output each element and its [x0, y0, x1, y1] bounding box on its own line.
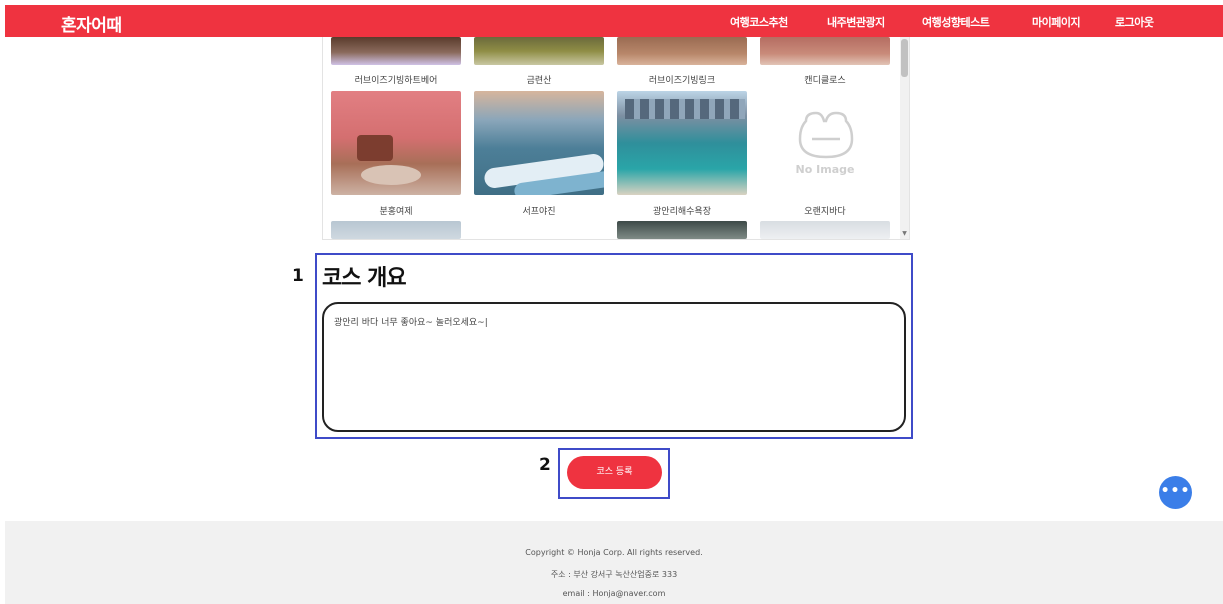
- gallery-scrollbar[interactable]: ▼: [900, 37, 909, 239]
- spot-image[interactable]: [331, 221, 461, 239]
- spot-caption: 캔디클로스: [804, 76, 846, 86]
- overview-textarea[interactable]: 광안리 바다 너무 좋아요~ 놀러오세요~|: [322, 302, 906, 432]
- spot-image[interactable]: [474, 91, 604, 195]
- spot-caption: 러브이즈기빙링크: [648, 76, 716, 86]
- scrollbar-thumb[interactable]: [901, 39, 908, 77]
- site-logo[interactable]: 혼자어때: [61, 11, 122, 36]
- spot-caption: 오랜지바다: [804, 207, 846, 217]
- nav-nearby-spots[interactable]: 내주변관광지: [827, 14, 885, 30]
- footer-email: email : Honja@naver.com: [562, 589, 666, 598]
- course-submit-button[interactable]: 코스 등록: [567, 456, 662, 489]
- room-furniture: [357, 135, 393, 161]
- top-nav-bar: 혼자어때 여행코스추천 내주변관광지 여행성향테스트 마이페이지 로그아웃: [5, 5, 1223, 37]
- chat-dots: •••: [1160, 483, 1191, 499]
- nav-logout[interactable]: 로그아웃: [1115, 14, 1154, 30]
- spot-image[interactable]: [331, 37, 461, 65]
- annotation-marker-1: 1: [292, 266, 304, 286]
- room-rug: [361, 165, 421, 185]
- no-image-icon: [798, 111, 854, 159]
- spot-caption: 광안리해수욕장: [653, 207, 711, 217]
- spot-image[interactable]: [474, 37, 604, 65]
- nav-travel-course[interactable]: 여행코스추천: [730, 14, 788, 30]
- chat-bubble-icon[interactable]: •••: [1159, 476, 1192, 509]
- spot-image[interactable]: [760, 221, 890, 239]
- annotation-marker-2: 2: [539, 455, 551, 475]
- no-image-label: No Image: [795, 163, 855, 176]
- footer: Copyright © Honja Corp. All rights reser…: [5, 521, 1223, 604]
- spot-caption: 분홍여제: [379, 207, 413, 217]
- spot-image[interactable]: [617, 91, 747, 195]
- nav-travel-test[interactable]: 여행성향테스트: [922, 14, 990, 30]
- city-skyline: [625, 99, 745, 119]
- spot-image[interactable]: [474, 221, 604, 239]
- spot-caption: 금련산: [526, 76, 552, 86]
- footer-address: 주소 : 부산 강서구 녹산산업중로 333: [550, 570, 678, 579]
- footer-copyright: Copyright © Honja Corp. All rights reser…: [525, 548, 703, 557]
- spot-gallery[interactable]: 러브이즈기빙하트베어 금련산 러브이즈기빙링크 캔디클로스 분홍여제 서프야진 …: [322, 37, 910, 240]
- nav-mypage[interactable]: 마이페이지: [1032, 14, 1081, 30]
- spot-image[interactable]: [760, 37, 890, 65]
- spot-caption: 서프야진: [522, 207, 556, 217]
- spot-caption: 러브이즈기빙하트베어: [354, 76, 438, 86]
- no-image-placeholder[interactable]: No Image: [760, 91, 890, 195]
- scroll-down-arrow[interactable]: ▼: [901, 231, 908, 237]
- spot-image[interactable]: [331, 91, 461, 195]
- spot-image[interactable]: [617, 37, 747, 65]
- section-title: 코스 개요: [322, 266, 407, 291]
- spot-image[interactable]: [617, 221, 747, 239]
